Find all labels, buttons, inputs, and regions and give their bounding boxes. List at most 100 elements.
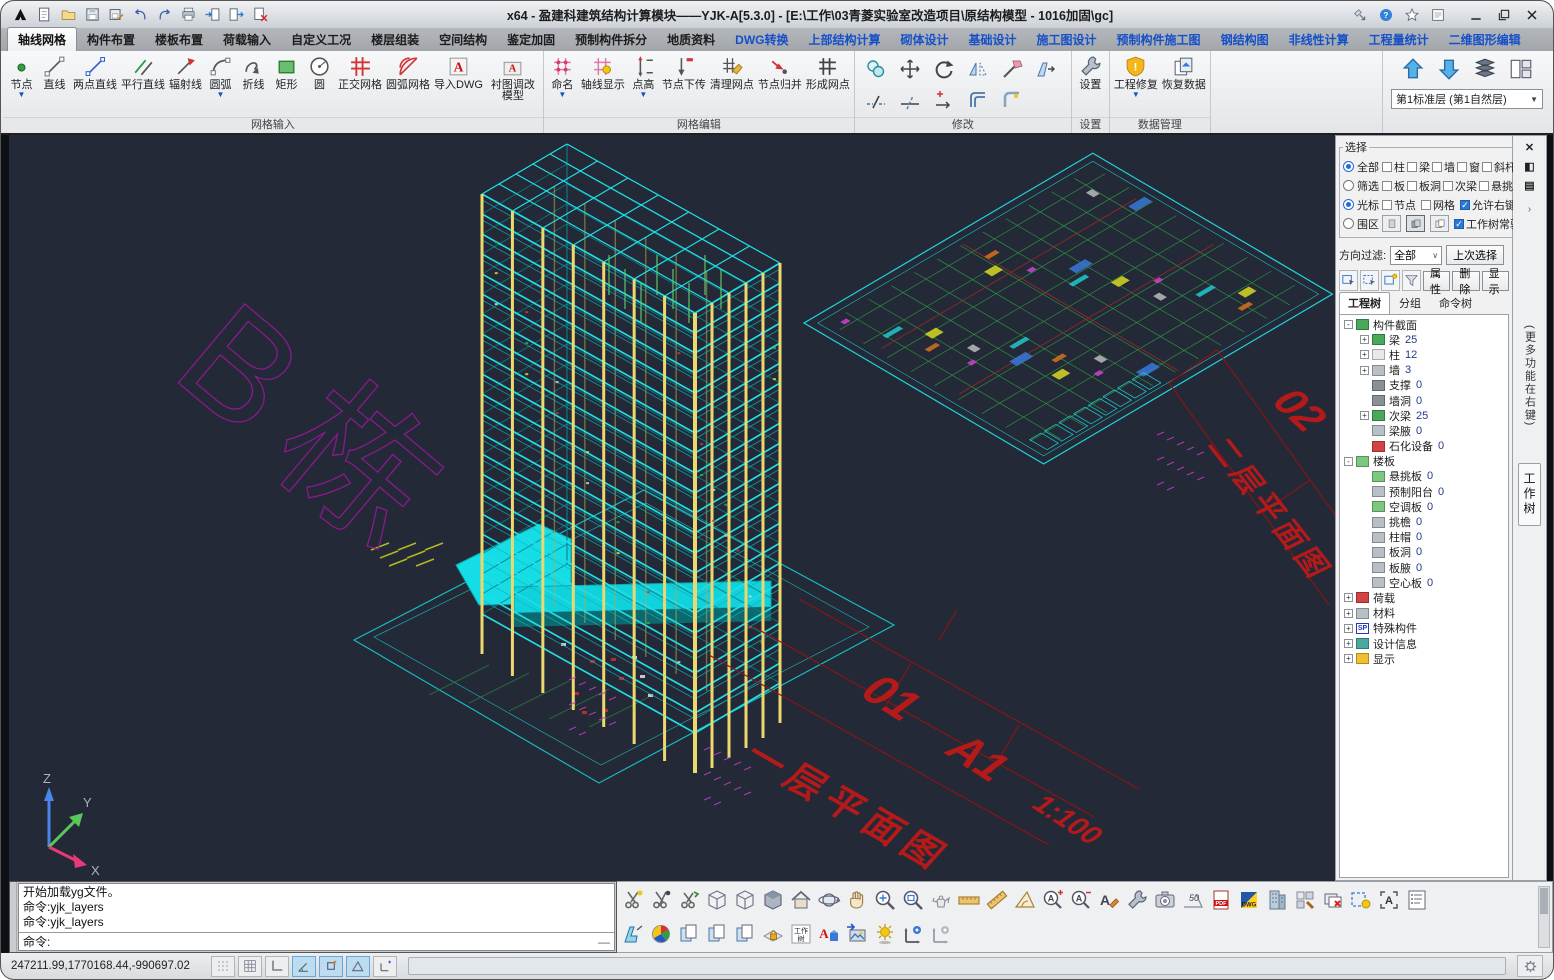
parallel-line-button[interactable]: 平行直线 ▼ [119,52,167,116]
text-frame-icon[interactable] [1375,885,1403,915]
radio-all[interactable] [1343,161,1354,172]
tree-item[interactable]: 支撑 0 [1360,378,1508,393]
tab-project-tree[interactable]: 工程树 [1339,292,1390,314]
tree-item[interactable]: + 设计信息 [1344,636,1508,651]
zoom-extents-icon[interactable] [871,885,899,915]
circle-button[interactable]: 圆 ▼ [303,52,336,116]
save-as-icon[interactable] [105,5,127,25]
ucs-settings-inactive-icon[interactable] [927,919,955,949]
outline-mode-button[interactable] [1430,215,1449,232]
tree-item[interactable]: + 显示 [1344,651,1508,666]
tab-quantity-statistics[interactable]: 工程量统计 [1359,28,1439,51]
expand-icon[interactable]: + [1344,609,1353,618]
object-snap-toggle[interactable] [319,956,343,977]
command-list-icon[interactable] [1403,885,1431,915]
angle-snap-toggle[interactable] [346,956,370,977]
help-icon[interactable] [1375,5,1397,25]
tree-item[interactable]: - 楼板 [1344,454,1508,469]
insert-image-icon[interactable] [843,919,871,949]
tree-item[interactable]: 板腋 0 [1360,560,1508,575]
drawing-canvas[interactable]: B栋 01 A1 [9,135,1335,881]
polar-tracking-toggle[interactable] [292,956,316,977]
ucs-icon-toggle[interactable] [373,956,397,977]
expand-icon[interactable]: + [1344,624,1353,633]
dropdown-arrow-icon[interactable]: ▼ [1132,91,1140,99]
open-file-icon[interactable] [57,5,79,25]
tab-geology-data[interactable]: 地质资料 [657,28,725,51]
point-height-button[interactable]: 点高 ▼ [627,52,660,116]
delete-button[interactable]: 删除 [1452,271,1479,291]
polyline-button[interactable]: 折线 ▼ [237,52,270,116]
dock-panel-icon[interactable]: ◧ [1522,158,1538,174]
tree-item[interactable]: + 墙 3 [1360,363,1508,378]
story-up-button[interactable] [1398,54,1428,84]
dropdown-arrow-icon[interactable]: ▼ [217,91,225,99]
filter-checkbox[interactable]: 斜杆 [1482,159,1516,175]
window-mode-button[interactable] [1382,215,1401,232]
select-crossing-button[interactable] [1360,270,1379,291]
tree-item[interactable]: 柱帽 0 [1360,530,1508,545]
close-button[interactable] [1519,5,1545,25]
select-window-button[interactable] [1339,270,1358,291]
view-wire-cube2-icon[interactable] [731,885,759,915]
filter-checkbox[interactable]: 板洞 [1407,178,1441,194]
pan-view-icon[interactable] [843,885,871,915]
panel-menu-icon[interactable]: ▤ [1522,177,1538,193]
all-stories-button[interactable] [1470,54,1500,84]
tree-item[interactable]: 石化设备 0 [1360,439,1508,454]
render-view-icon[interactable] [927,885,955,915]
expand-icon[interactable]: + [1360,335,1369,344]
tab-precast-split[interactable]: 预制构件拆分 [565,28,657,51]
show-button[interactable]: 显示 [1482,271,1509,291]
node-merge-button[interactable]: 节点归并 ▼ [756,52,804,116]
grid-dots-toggle[interactable] [211,956,235,977]
cut-edit-icon[interactable] [675,885,703,915]
orbit-view-icon[interactable] [815,885,843,915]
tree-item[interactable]: 空调板 0 [1360,499,1508,514]
toolbar-scrollbar[interactable] [1538,886,1550,948]
form-grid-button[interactable]: 形成网点 ▼ [804,52,852,116]
tree-item[interactable]: 悬挑板 0 [1360,469,1508,484]
home-view-icon[interactable] [787,885,815,915]
tab-steel-drawing[interactable]: 钢结构图 [1211,28,1279,51]
view-wire-cube-icon[interactable] [703,885,731,915]
last-selection-button[interactable]: 上次选择 [1446,245,1504,265]
line-button[interactable]: 直线 ▼ [38,52,71,116]
tab-groups[interactable]: 分组 [1390,292,1430,314]
story-down-button[interactable] [1434,54,1464,84]
tree-item[interactable]: + 次梁 25 [1360,408,1508,423]
chevron-right-icon[interactable]: › [1528,204,1531,215]
redo-icon[interactable] [153,5,175,25]
tab-2d-graphic-edit[interactable]: 二维图形编辑 [1439,28,1531,51]
expand-icon[interactable]: - [1344,457,1353,466]
tree-item[interactable]: 梁腋 0 [1360,423,1508,438]
tab-axis-grid[interactable]: 轴线网格 [7,27,77,51]
tree-item[interactable]: + SP 特殊构件 [1344,621,1508,636]
tab-space-structure[interactable]: 空间结构 [429,28,497,51]
dwg-export-model-icon[interactable] [815,919,843,949]
move-icon[interactable] [893,53,927,84]
filter-checkbox[interactable]: 次梁 [1443,178,1477,194]
radio-region[interactable] [1343,218,1354,229]
worktree-toggle-icon[interactable] [787,919,815,949]
print-icon[interactable] [177,5,199,25]
stretch-icon[interactable] [1029,53,1063,84]
delete-layers-icon[interactable] [1319,885,1347,915]
view-solid-cube-icon[interactable] [759,885,787,915]
settings-button[interactable]: 设置 ▼ [1074,52,1107,116]
tab-dwg-convert[interactable]: DWG转换 [725,28,798,51]
filter-checkbox[interactable]: 柱 [1382,159,1405,175]
tree-item[interactable]: 空心板 0 [1360,575,1508,590]
lock-plane-icon[interactable] [759,919,787,949]
options-wrench-icon[interactable] [1123,885,1151,915]
copy-document2-icon[interactable] [703,919,731,949]
tab-appraisal-strengthen[interactable]: 鉴定加固 [497,28,565,51]
tab-member-layout[interactable]: 构件布置 [77,28,145,51]
worktree-pinned-checkbox[interactable]: ✓工作树常驻 [1454,216,1521,232]
erase-icon[interactable] [995,53,1029,84]
wall-bend-icon[interactable] [619,919,647,949]
mirror-icon[interactable] [961,53,995,84]
arc-button[interactable]: 圆弧 ▼ [204,52,237,116]
tree-item[interactable]: 板洞 0 [1360,545,1508,560]
measure-ruler-icon[interactable] [983,885,1011,915]
